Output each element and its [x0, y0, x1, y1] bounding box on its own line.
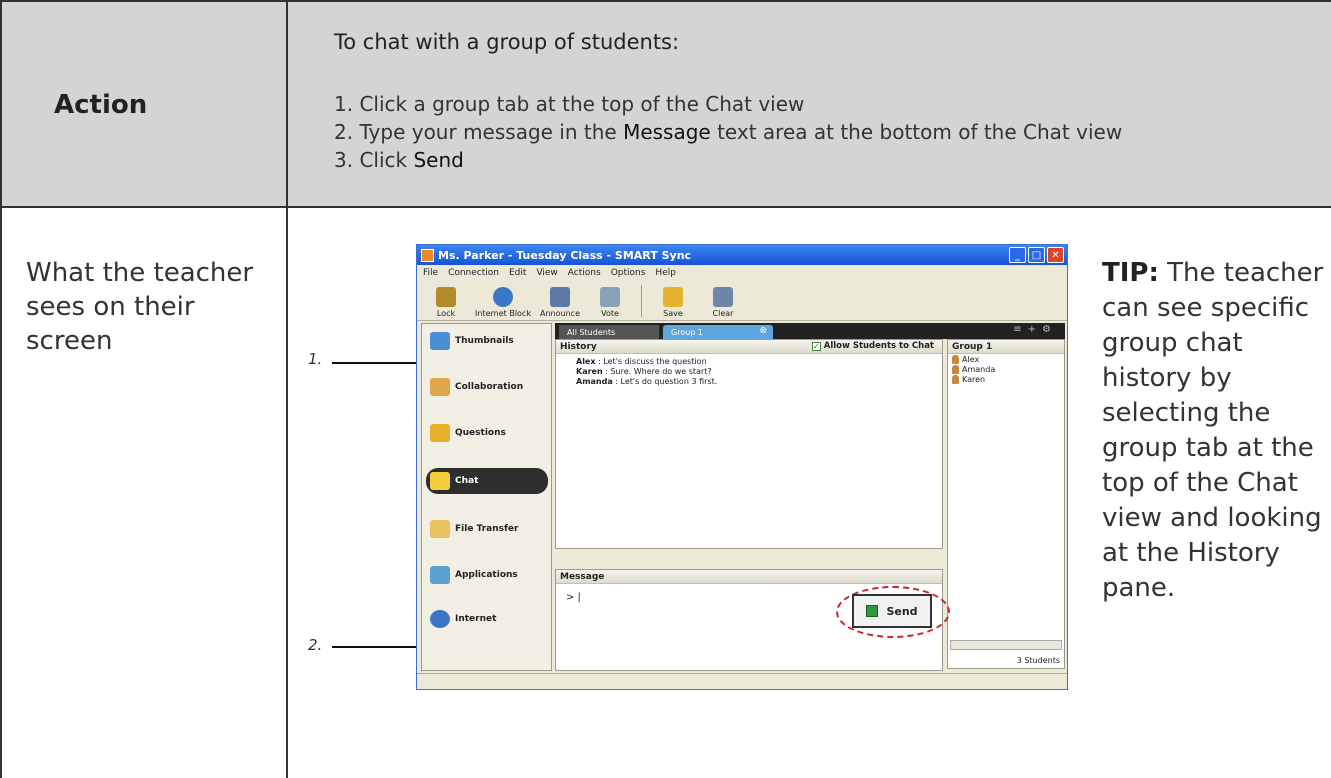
send-icon [866, 605, 879, 617]
checkmark-icon: ✓ [811, 341, 821, 351]
sidebar-item-questions[interactable]: Questions [426, 420, 548, 446]
lock-button[interactable]: Lock [423, 287, 469, 320]
tab-all-students[interactable]: All Students [559, 325, 659, 339]
list-item[interactable]: Amanda [948, 364, 1064, 374]
chat-history: Alex : Let's discuss the question Karen … [556, 354, 942, 387]
callout-2-label: 2. [308, 636, 323, 654]
toolbar: Lock Internet Block Announce Vote Save C… [417, 281, 1067, 321]
menu-bar: File Connection Edit View Actions Option… [417, 265, 1067, 281]
chat-message: Alex : Let's discuss the question [576, 357, 707, 366]
student-icon [952, 364, 959, 374]
menu-view[interactable]: View [536, 268, 557, 278]
announce-button[interactable]: Announce [537, 287, 583, 320]
list-item[interactable]: Karen [948, 374, 1064, 384]
sees-label: What the teacher sees on their screen [26, 258, 254, 356]
action-label-cell: Action [0, 0, 288, 208]
student-icon [952, 354, 959, 364]
step-2: 2. Type your message in the Message text… [334, 120, 1123, 144]
window-titlebar: Ms. Parker - Tuesday Class - SMART Sync … [417, 245, 1067, 265]
list-item[interactable]: Alex [948, 354, 1064, 364]
step-1: 1. Click a group tab at the top of the C… [334, 92, 805, 116]
student-icon [952, 374, 959, 384]
sidebar-item-internet[interactable]: Internet [426, 606, 548, 632]
sidebar-item-collaboration[interactable]: Collaboration [426, 374, 548, 400]
file-transfer-icon [430, 520, 450, 538]
steps-list: 1. Click a group tab at the top of the C… [334, 90, 1122, 174]
clear-button[interactable]: Clear [700, 287, 746, 320]
horizontal-scrollbar[interactable] [950, 640, 1062, 650]
allow-students-to-chat-checkbox[interactable]: ✓ Allow Students to Chat [811, 341, 934, 351]
announce-icon [550, 287, 570, 307]
window-title: Ms. Parker - Tuesday Class - SMART Sync [438, 248, 692, 262]
tab-close-icon[interactable]: ⊗ [759, 326, 767, 336]
chat-message: Karen : Sure. Where do we start? [576, 367, 712, 376]
save-button[interactable]: Save [650, 287, 696, 320]
vote-button[interactable]: Vote [587, 287, 633, 320]
menu-file[interactable]: File [423, 268, 438, 278]
action-heading: Action [54, 90, 148, 120]
message-input[interactable]: > | [566, 592, 581, 603]
menu-options[interactable]: Options [611, 268, 646, 278]
menu-edit[interactable]: Edit [509, 268, 526, 278]
sees-label-cell: What the teacher sees on their screen [0, 206, 288, 778]
save-icon [663, 287, 683, 307]
callout-1-label: 1. [308, 350, 323, 368]
chat-tabstrip: All Students Group 1 ⊗ ≡+⚙ [555, 323, 1065, 339]
tab-controls-icon[interactable]: ≡+⚙ [1013, 324, 1057, 335]
internet-block-button[interactable]: Internet Block [473, 287, 533, 320]
instruction-table: Action To chat with a group of students:… [0, 0, 1331, 778]
sidebar-item-thumbnails[interactable]: Thumbnails [426, 328, 548, 354]
menu-connection[interactable]: Connection [448, 268, 499, 278]
group-header: Group 1 [948, 340, 1064, 354]
tip-text: TIP: The teacher can see specific group … [1102, 258, 1324, 603]
internet-icon [430, 610, 450, 628]
clear-icon [713, 287, 733, 307]
send-button[interactable]: Send [852, 594, 932, 628]
student-count: 3 Students [1016, 656, 1060, 665]
applications-icon [430, 566, 450, 584]
menu-actions[interactable]: Actions [568, 268, 601, 278]
toolbar-separator [641, 285, 642, 317]
message-header: Message [556, 570, 942, 584]
sidebar-item-chat[interactable]: Chat [426, 468, 548, 494]
lock-icon [436, 287, 456, 307]
maximize-icon[interactable]: □ [1028, 247, 1045, 263]
action-intro: To chat with a group of students: [334, 30, 680, 54]
collaboration-icon [430, 378, 450, 396]
smart-sync-window: Ms. Parker - Tuesday Class - SMART Sync … [416, 244, 1068, 690]
menu-help[interactable]: Help [655, 268, 676, 278]
tab-group-1[interactable]: Group 1 ⊗ [663, 325, 773, 339]
sees-body-cell: 1. 2. Ms. Parker - Tuesday Class - SMART… [286, 206, 1331, 778]
thumbnails-icon [430, 332, 450, 350]
sidebar: Thumbnails Collaboration Questions Chat … [421, 323, 552, 671]
vote-icon [600, 287, 620, 307]
action-body-cell: To chat with a group of students: 1. Cli… [286, 0, 1331, 208]
message-pane: Message > | Send [555, 569, 950, 671]
history-header: History ✓ Allow Students to Chat [556, 340, 942, 354]
chat-message: Amanda : Let's do question 3 first. [576, 377, 718, 386]
app-icon [421, 248, 434, 262]
status-bar [417, 673, 1067, 689]
questions-icon [430, 424, 450, 442]
step-3: 3. Click Send [334, 148, 464, 172]
internet-block-icon [493, 287, 513, 307]
sidebar-item-file-transfer[interactable]: File Transfer [426, 516, 548, 542]
minimize-icon[interactable]: _ [1009, 247, 1026, 263]
group-member-list: Group 1 Alex Amanda Karen 3 Students [947, 339, 1065, 669]
sidebar-item-applications[interactable]: Applications [426, 562, 548, 588]
close-icon[interactable]: ✕ [1047, 247, 1064, 263]
history-pane: History ✓ Allow Students to Chat Alex : L… [555, 339, 943, 549]
chat-icon [430, 472, 450, 490]
